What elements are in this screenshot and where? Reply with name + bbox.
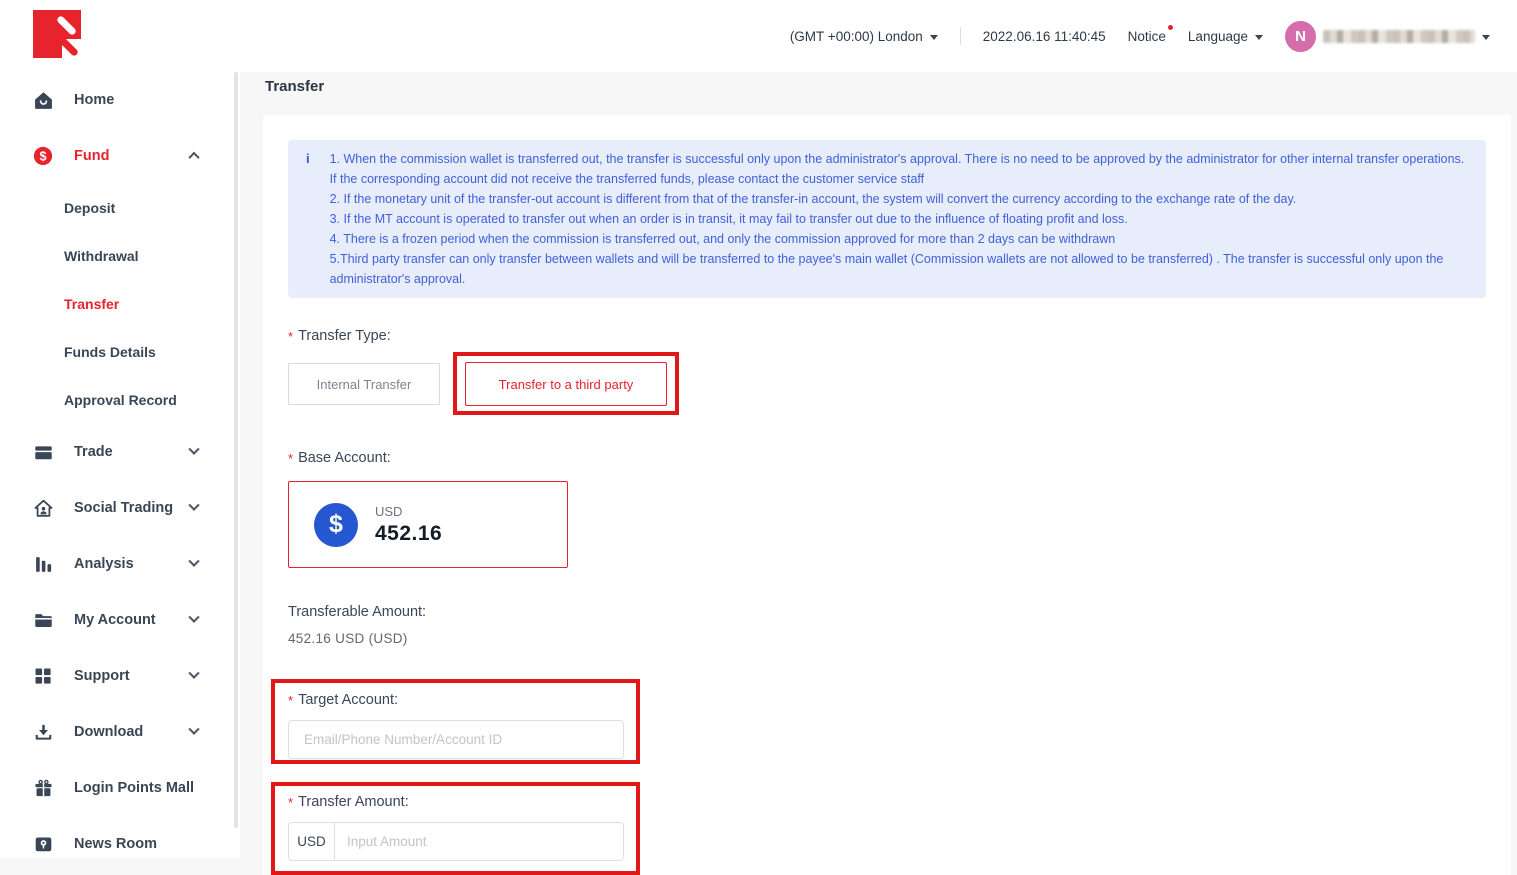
timezone-label: (GMT +00:00) London xyxy=(790,29,923,44)
trade-icon xyxy=(33,442,53,462)
home-icon xyxy=(33,90,53,110)
social-trading-icon xyxy=(33,498,53,518)
download-icon xyxy=(33,722,53,742)
page-title: Transfer xyxy=(265,78,324,95)
datetime-display: 2022.06.16 11:40:45 xyxy=(983,29,1106,44)
info-line: 4. There is a frozen period when the com… xyxy=(330,229,1466,249)
sidebar-item-approval-record[interactable]: Approval Record xyxy=(0,376,240,424)
chevron-down-icon xyxy=(1482,35,1490,40)
info-line: 1. When the commission wallet is transfe… xyxy=(330,149,1466,169)
avatar: N xyxy=(1285,21,1316,52)
language-label: Language xyxy=(1188,29,1248,44)
info-line: 5.Third party transfer can only transfer… xyxy=(330,249,1466,289)
chevron-up-icon xyxy=(188,152,199,163)
required-mark: * xyxy=(288,329,293,344)
base-account-card[interactable]: $ USD 452.16 xyxy=(288,481,568,568)
sidebar-item-funds-details[interactable]: Funds Details xyxy=(0,328,240,376)
chevron-down-icon xyxy=(188,668,199,679)
sidebar-item-deposit[interactable]: Deposit xyxy=(0,184,240,232)
sidebar-item-label: Fund xyxy=(74,148,109,164)
transfer-type-label: * Transfer Type: xyxy=(288,326,1486,346)
transferable-amount-value: 452.16 USD (USD) xyxy=(288,631,1486,646)
base-account-label: * Base Account: xyxy=(288,448,1486,468)
transfer-amount-input[interactable] xyxy=(335,823,623,860)
user-name-redacted xyxy=(1323,30,1475,43)
notice-badge xyxy=(1168,25,1173,30)
base-account-currency: USD xyxy=(375,504,442,519)
sidebar-item-withdrawal[interactable]: Withdrawal xyxy=(0,232,240,280)
sidebar-item-social-trading[interactable]: Social Trading xyxy=(0,480,240,536)
chevron-down-icon xyxy=(188,724,199,735)
analysis-icon xyxy=(33,554,53,574)
sidebar: Home $ Fund Deposit Withdrawal Transfer … xyxy=(0,0,240,858)
chevron-down-icon xyxy=(188,612,199,623)
info-line: 2. If the monetary unit of the transfer-… xyxy=(330,189,1466,209)
sidebar-item-download[interactable]: Download xyxy=(0,704,240,760)
dollar-coin-icon: $ xyxy=(314,503,358,547)
notice-link[interactable]: Notice xyxy=(1128,29,1166,44)
sidebar-item-news-room[interactable]: News Room xyxy=(0,816,240,872)
transferable-amount-label: Transferable Amount: xyxy=(288,604,1486,620)
fund-icon: $ xyxy=(33,146,53,166)
sidebar-item-home[interactable]: Home xyxy=(0,72,240,128)
user-menu[interactable]: N xyxy=(1285,21,1490,52)
sidebar-item-my-account[interactable]: My Account xyxy=(0,592,240,648)
topbar: (GMT +00:00) London 2022.06.16 11:40:45 … xyxy=(240,0,1517,72)
main-content: Transfer i 1. When the commission wallet… xyxy=(240,72,1517,858)
sidebar-item-login-points-mall[interactable]: Login Points Mall xyxy=(0,760,240,816)
chevron-down-icon xyxy=(188,444,199,455)
target-account-input[interactable] xyxy=(288,720,624,759)
info-icon: i xyxy=(306,149,330,289)
base-account-info: USD 452.16 xyxy=(375,504,442,546)
info-line: 3. If the MT account is operated to tran… xyxy=(330,209,1466,229)
info-lines: 1. When the commission wallet is transfe… xyxy=(330,149,1466,289)
sidebar-item-fund[interactable]: $ Fund xyxy=(0,128,240,184)
chevron-down-icon xyxy=(188,500,199,511)
sidebar-item-transfer[interactable]: Transfer xyxy=(0,280,240,328)
transfer-card: i 1. When the commission wallet is trans… xyxy=(263,115,1511,875)
transfer-type-options: Internal Transfer Transfer to a third pa… xyxy=(288,362,1486,406)
third-party-transfer-button[interactable]: Transfer to a third party xyxy=(465,362,667,406)
target-account-field: * Target Account: xyxy=(288,690,624,759)
base-account-amount: 452.16 xyxy=(375,522,442,546)
info-line: If the corresponding account did not rec… xyxy=(330,169,1466,189)
chevron-down-icon xyxy=(930,35,938,40)
sidebar-item-trade[interactable]: Trade xyxy=(0,424,240,480)
topbar-divider xyxy=(960,27,961,45)
required-mark: * xyxy=(288,693,293,708)
transfer-amount-field: * Transfer Amount: USD xyxy=(288,792,624,861)
news-room-icon xyxy=(33,834,53,854)
internal-transfer-button[interactable]: Internal Transfer xyxy=(288,363,440,405)
brand-logo[interactable] xyxy=(33,10,81,58)
transfer-amount-label: * Transfer Amount: xyxy=(288,792,624,812)
my-account-icon xyxy=(33,610,53,630)
transfer-amount-group: USD xyxy=(288,822,624,861)
notice-label: Notice xyxy=(1128,29,1166,44)
chevron-down-icon xyxy=(188,556,199,567)
required-mark: * xyxy=(288,451,293,466)
sidebar-item-label: Home xyxy=(74,92,114,108)
sidebar-scrollbar[interactable] xyxy=(234,72,238,828)
language-selector[interactable]: Language xyxy=(1188,29,1263,44)
chevron-down-icon xyxy=(1255,35,1263,40)
gift-icon xyxy=(33,778,53,798)
info-box: i 1. When the commission wallet is trans… xyxy=(288,140,1486,298)
currency-prefix: USD xyxy=(289,823,335,860)
sidebar-item-support[interactable]: Support xyxy=(0,648,240,704)
sidebar-nav: Home $ Fund Deposit Withdrawal Transfer … xyxy=(0,72,240,872)
svg-text:$: $ xyxy=(39,149,46,164)
support-icon xyxy=(33,666,53,686)
required-mark: * xyxy=(288,795,293,810)
sidebar-item-analysis[interactable]: Analysis xyxy=(0,536,240,592)
timezone-selector[interactable]: (GMT +00:00) London xyxy=(790,29,938,44)
target-account-label: * Target Account: xyxy=(288,690,624,710)
